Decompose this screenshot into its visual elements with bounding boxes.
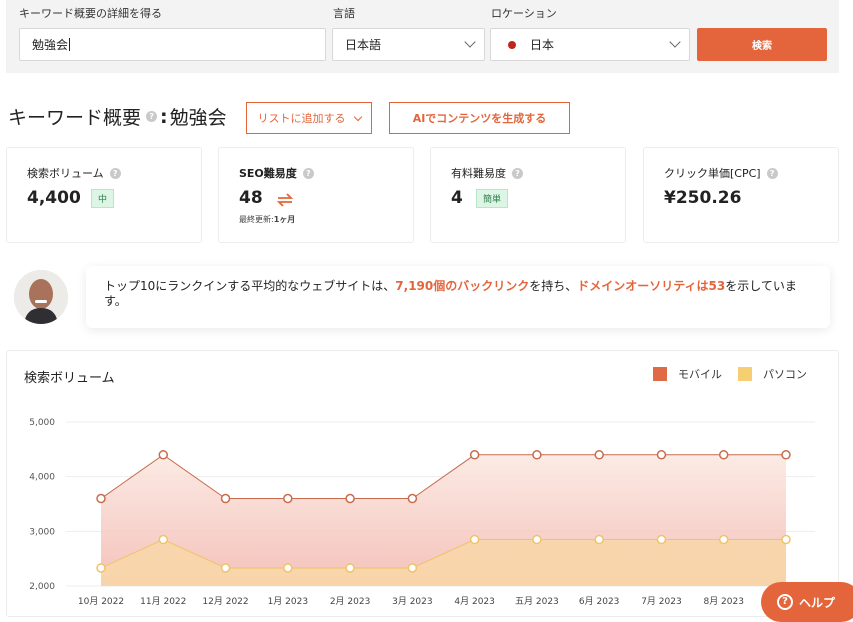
legend-swatch-mobile	[653, 367, 667, 381]
backlinks-link[interactable]: 7,190個のバックリンク	[395, 279, 529, 293]
authority-link[interactable]: ドメインオーソリティは53	[577, 279, 725, 293]
legend-item-desktop[interactable]: パソコン	[738, 366, 807, 382]
language-select[interactable]: 日本語	[332, 28, 485, 61]
paid-label: 有料難易度	[451, 167, 506, 180]
add-to-list-button[interactable]: リストに追加する	[246, 102, 372, 134]
insight-text-1: トップ10にランクインする平均的なウェブサイトは、	[104, 279, 396, 293]
insight-banner: トップ10にランクインする平均的なウェブサイトは、7,190個のバックリンクを持…	[86, 266, 830, 328]
help-icon[interactable]: ?	[302, 167, 314, 179]
help-icon: ?	[777, 594, 793, 610]
legend-swatch-desktop	[738, 367, 752, 381]
volume-label: 検索ボリューム	[27, 167, 104, 180]
volume-value: 4,400	[27, 188, 81, 208]
search-button[interactable]: 検索	[697, 28, 827, 61]
volume-card: 検索ボリューム? 4,400 中	[6, 147, 202, 243]
legend-label-mobile: モバイル	[678, 368, 722, 381]
title-separator: :	[160, 105, 168, 128]
cpc-card: クリック単価[CPC]? ¥250.26	[643, 147, 839, 243]
legend-item-mobile[interactable]: モバイル	[653, 366, 722, 382]
japan-flag-icon	[508, 40, 516, 49]
help-label: ヘルプ	[799, 595, 836, 610]
location-value: 日本	[530, 38, 555, 52]
keyword-label: キーワード概要の詳細を得る	[19, 7, 162, 20]
refresh-icon[interactable]	[276, 192, 294, 208]
keyword-input[interactable]: 勉強会	[19, 28, 326, 61]
language-value: 日本語	[345, 38, 382, 52]
keyword-input-value: 勉強会	[32, 38, 69, 52]
last-updated-value: 1ヶ月	[273, 215, 296, 224]
cpc-label: クリック単価[CPC]	[664, 167, 761, 180]
help-icon[interactable]: ?	[512, 167, 523, 179]
paid-card: 有料難易度? 4 簡単	[430, 147, 626, 243]
volume-badge: 中	[91, 189, 115, 208]
chart-title: 検索ボリューム	[24, 371, 115, 386]
language-label: 言語	[333, 7, 355, 20]
person-icon	[14, 270, 68, 324]
last-updated: 最終更新:1ヶ月	[239, 214, 295, 225]
cpc-value: ¥250.26	[664, 188, 742, 208]
legend-label-desktop: パソコン	[763, 368, 807, 381]
help-icon[interactable]: ?	[146, 111, 158, 122]
paid-badge: 簡単	[476, 189, 509, 208]
seo-value: 48	[239, 188, 263, 208]
page-title: キーワード概要 ? : 勉強会	[8, 103, 227, 130]
last-updated-label: 最終更新:	[239, 215, 274, 224]
title-keyword: 勉強会	[169, 107, 227, 129]
chevron-down-icon	[353, 112, 362, 121]
location-label: ロケーション	[491, 7, 557, 20]
seo-label: SEO難易度	[239, 167, 297, 180]
chevron-down-icon	[669, 36, 681, 48]
page-title-text: キーワード概要	[8, 107, 142, 129]
insight-text-2: を持ち、	[529, 279, 578, 293]
help-icon[interactable]: ?	[766, 167, 778, 179]
volume-chart-card: 検索ボリューム モバイル パソコン	[6, 350, 839, 617]
help-button[interactable]: ? ヘルプ	[761, 582, 853, 622]
paid-value: 4	[451, 188, 463, 208]
location-select[interactable]: 日本	[490, 28, 690, 61]
ai-generate-button[interactable]: AIでコンテンツを生成する	[389, 102, 570, 134]
add-to-list-label: リストに追加する	[257, 112, 346, 125]
avatar	[14, 270, 68, 324]
chevron-down-icon	[464, 36, 476, 48]
help-icon[interactable]: ?	[109, 167, 121, 179]
seo-card: SEO難易度? 48 最終更新:1ヶ月	[218, 147, 414, 243]
